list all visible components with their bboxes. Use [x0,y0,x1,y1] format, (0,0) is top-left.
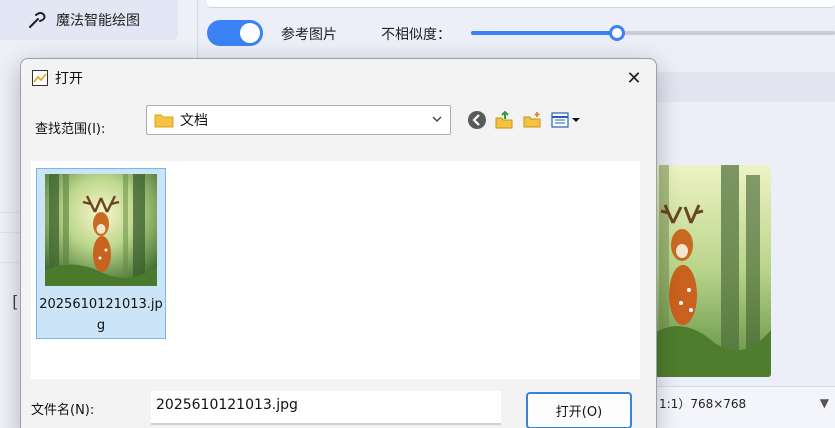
top-input-strip[interactable] [207,0,835,8]
file-list-pane[interactable]: 2025610121013.jpg [31,161,640,379]
chevron-down-icon [432,116,442,122]
close-icon[interactable]: ✕ [624,68,644,89]
new-folder-icon [523,112,541,128]
caret-down-icon[interactable]: ▼ [820,396,829,410]
preview-image [651,165,771,377]
up-folder-button[interactable] [493,109,515,131]
open-file-dialog: 打开 ✕ 查找范围(I): 文档 2025610121013.jpg 文件名(N… [20,58,657,428]
image-file-icon [32,70,48,86]
new-folder-button[interactable] [521,109,543,131]
look-in-select[interactable]: 文档 [146,105,451,135]
folder-up-icon [495,110,513,129]
back-arrow-icon [468,111,486,129]
folder-icon [154,114,174,128]
sidebar-item-magic-drawing[interactable]: 魔法智能绘图 [0,0,178,40]
file-name: 2025610121013.jpg [39,297,163,333]
slider-handle[interactable] [609,25,625,41]
file-thumbnail [45,174,157,286]
reference-image-toggle[interactable] [207,20,263,46]
magic-wand-icon [29,12,46,28]
dissimilarity-label: 不相似度： [381,27,451,43]
look-in-label: 查找范围(I): [35,122,106,137]
dissimilarity-slider[interactable] [471,25,835,41]
filename-input[interactable]: 2025610121013.jpg [151,391,501,425]
file-item[interactable]: 2025610121013.jpg [36,168,166,339]
filename-label: 文件名(N): [31,403,95,418]
slider-fill [471,31,617,35]
toggle-knob [240,23,260,43]
open-button[interactable]: 打开(O) [526,392,632,428]
view-menu-button[interactable] [549,109,585,131]
dialog-title: 打开 [55,71,83,87]
dialog-titlebar[interactable]: 打开 ✕ [21,59,656,97]
reference-image-label: 参考图片 [281,27,337,43]
sidebar-item-label: 魔法智能绘图 [56,13,140,29]
back-button[interactable] [466,109,488,131]
view-list-icon [551,112,580,128]
size-ratio-label: 1:1）768×768 [659,397,747,411]
look-in-value: 文档 [180,113,208,129]
